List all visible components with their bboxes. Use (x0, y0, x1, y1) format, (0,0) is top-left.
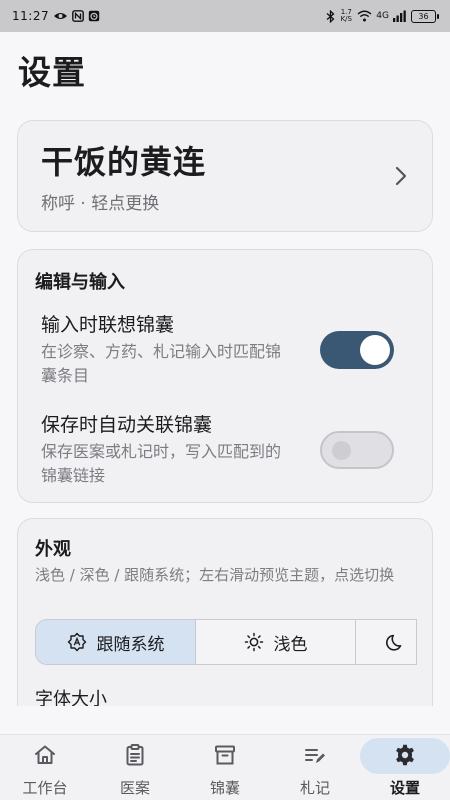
edit-input-card: 编辑与输入 输入时联想锦囊 在诊察、方药、札记输入时匹配锦囊条目 保存时自动关联… (17, 249, 433, 503)
chevron-right-icon (395, 166, 407, 186)
page-title: 设置 (18, 53, 86, 92)
network-type: 4G (376, 11, 389, 21)
nav-label-cases: 医案 (119, 779, 150, 797)
setting-desc-autolink: 保存医案或札记时，写入匹配到的锦囊链接 (41, 442, 282, 485)
section-title-edit: 编辑与输入 (35, 272, 125, 293)
suggest-toggle[interactable] (320, 331, 394, 369)
sun-icon (244, 632, 263, 652)
home-icon (35, 745, 55, 764)
clipboard-icon (126, 744, 144, 766)
appearance-description: 浅色 / 深色 / 跟随系统；左右滑动预览主题，点选切换 (35, 566, 395, 584)
nav-item-workbench[interactable]: 工作台 (0, 735, 90, 800)
nav-label-workbench: 工作台 (22, 779, 68, 797)
moon-icon (386, 634, 402, 651)
nfc-icon (72, 10, 84, 22)
nickname-card[interactable]: 干饭的黄连 称呼 · 轻点更换 (17, 120, 433, 232)
appearance-card: 外观 浅色 / 深色 / 跟随系统；左右滑动预览主题，点选切换 跟随系统 浅色 … (17, 518, 433, 706)
signal-icon (393, 10, 406, 22)
setting-title-suggest: 输入时联想锦囊 (41, 314, 175, 336)
nav-label-settings: 设置 (389, 779, 420, 797)
nav-label-notes: 札记 (299, 779, 330, 797)
status-bar: 11:27 1.7 K/S 4G 36 (0, 0, 450, 32)
settings-scroll-area[interactable]: 设置 干饭的黄连 称呼 · 轻点更换 编辑与输入 输入时联想锦囊 在诊察、方药、… (0, 32, 450, 706)
theme-label-light: 浅色 (273, 634, 308, 655)
nav-item-tips[interactable]: 锦囊 (180, 735, 270, 800)
setting-title-autolink: 保存时自动关联锦囊 (41, 414, 213, 436)
autolink-toggle[interactable] (320, 431, 394, 469)
network-speed: 1.7 K/S (340, 8, 352, 23)
nav-item-settings[interactable]: 设置 (360, 735, 450, 800)
nav-item-cases[interactable]: 医案 (90, 735, 180, 800)
setting-desc-suggest: 在诊察、方药、札记输入时匹配锦囊条目 (41, 342, 282, 385)
section-title-appearance: 外观 (35, 539, 71, 560)
bluetooth-icon (326, 9, 335, 23)
auto-theme-icon (67, 632, 86, 652)
toggle-knob (332, 441, 351, 460)
gear-icon (396, 744, 414, 766)
nav-label-tips: 锦囊 (209, 779, 240, 797)
nav-item-notes[interactable]: 札记 (270, 735, 360, 800)
alarm-icon (88, 10, 100, 22)
theme-option-light[interactable]: 浅色 (196, 620, 356, 664)
toggle-knob (360, 335, 390, 365)
status-time: 11:27 (12, 9, 50, 23)
theme-option-system[interactable]: 跟随系统 (36, 620, 196, 664)
wifi-icon (357, 10, 372, 22)
bottom-navigation: 工作台 医案 锦囊 札记 设置 (0, 734, 450, 800)
theme-option-dark[interactable] (356, 620, 416, 664)
theme-label-system: 跟随系统 (96, 634, 165, 655)
note-icon (305, 749, 325, 763)
battery-indicator: 36 (411, 9, 439, 23)
battery-level: 36 (418, 11, 429, 21)
theme-selector[interactable]: 跟随系统 浅色 (35, 619, 417, 665)
archive-box-icon (215, 745, 235, 765)
nickname: 干饭的黄连 (41, 143, 207, 181)
font-size-label: 字体大小 (35, 689, 107, 706)
nickname-hint: 称呼 · 轻点更换 (41, 194, 160, 214)
eye-icon (54, 13, 68, 19)
